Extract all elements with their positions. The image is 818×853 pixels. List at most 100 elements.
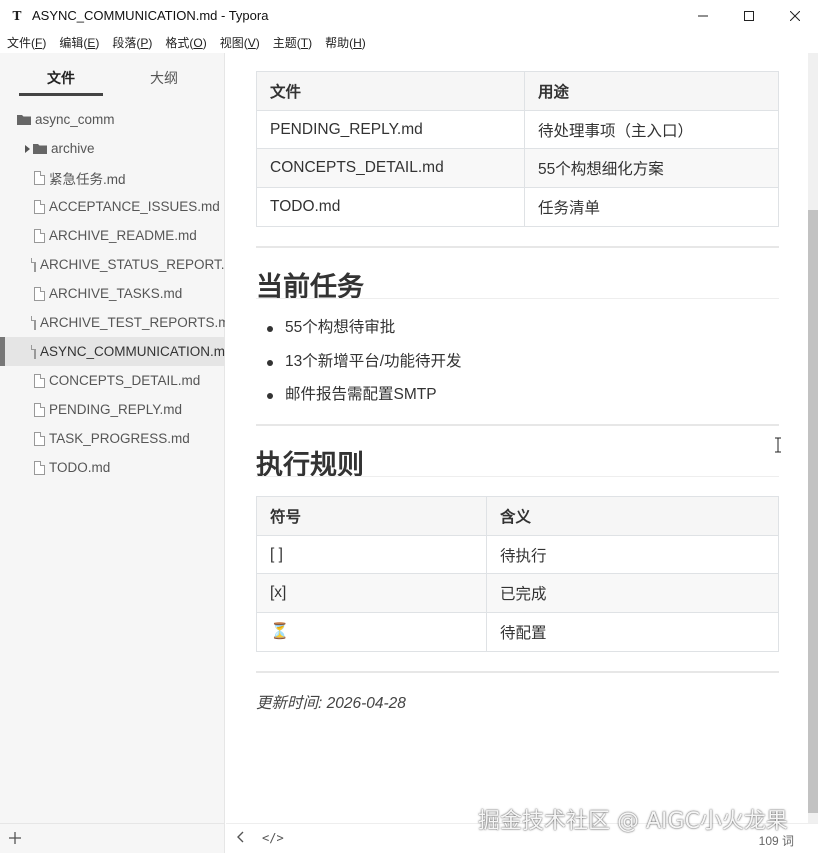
menu-label: 格式( — [165, 35, 194, 50]
menu-label: 主题( — [272, 35, 301, 50]
table-cell: 任务清单 — [524, 187, 779, 227]
tree-file-active[interactable]: ASYNC_COMMUNICATION.md — [0, 337, 225, 366]
source-mode-toggle[interactable]: </> — [262, 831, 284, 845]
file-icon — [34, 402, 45, 417]
window-controls — [680, 0, 818, 31]
tree-file[interactable]: ACCEPTANCE_ISSUES.md — [0, 192, 225, 221]
file-icon — [34, 199, 45, 214]
table-header-row: 符号 含义 — [256, 496, 779, 536]
table-header-row: 文件 用途 — [256, 71, 779, 111]
hourglass-icon: ⏳ — [270, 623, 290, 641]
menu-bar: 文件(F) 编辑(E) 段落(P) 格式(O) 视图(V) 主题(T) 帮助(H… — [0, 31, 818, 53]
chevron-left-icon — [237, 831, 244, 843]
tree-file[interactable]: TASK_PROGRESS.md — [0, 424, 225, 453]
menu-help[interactable]: 帮助(H) — [325, 34, 366, 51]
menu-paragraph[interactable]: 段落(P) — [112, 34, 152, 51]
tree-file[interactable]: ARCHIVE_STATUS_REPORT.md — [0, 250, 225, 279]
tree-label: archive — [51, 141, 95, 156]
table-row: TODO.md 任务清单 — [256, 187, 779, 227]
menu-label: 段落( — [112, 35, 141, 50]
minimize-button[interactable] — [680, 0, 726, 31]
list-item: 13个新增平台/功能待开发 — [256, 352, 462, 386]
table-cell: 55个构想细化方案 — [524, 148, 779, 189]
menu-edit[interactable]: 编辑(E) — [59, 34, 99, 51]
tree-folder-archive[interactable]: archive — [0, 134, 225, 163]
menu-label-end: ) — [361, 35, 366, 50]
close-button[interactable] — [772, 0, 818, 31]
maximize-icon — [744, 10, 754, 21]
list-item: 55个构想待审批 — [256, 318, 462, 352]
menu-label: 视图( — [219, 35, 248, 50]
table-header: 含义 — [486, 496, 779, 536]
table-cell: [ ] — [256, 534, 487, 575]
table-cell: 已完成 — [486, 573, 779, 614]
maximize-button[interactable] — [726, 0, 772, 31]
typora-app-icon: T — [12, 8, 22, 23]
menu-theme[interactable]: 主题(T) — [273, 34, 312, 51]
menu-label-end: ) — [95, 35, 100, 50]
tree-label: ARCHIVE_TASKS.md — [49, 286, 183, 301]
menu-label-end: ) — [42, 35, 47, 50]
file-icon — [31, 257, 36, 272]
table-row: PENDING_REPLY.md 待处理事项（主入口） — [256, 109, 779, 150]
table-cell: 待执行 — [486, 534, 779, 575]
expand-caret-icon[interactable] — [25, 144, 30, 153]
menu-accelerator: V — [247, 35, 256, 50]
tree-folder-root[interactable]: async_comm — [0, 105, 225, 134]
file-icon — [34, 431, 45, 446]
menu-accelerator: O — [193, 35, 203, 50]
file-icon — [34, 460, 45, 475]
scrollbar-thumb[interactable] — [808, 210, 818, 813]
tree-label: ACCEPTANCE_ISSUES.md — [49, 199, 220, 214]
file-icon — [34, 228, 45, 243]
file-icon — [31, 344, 36, 359]
horizontal-rule — [256, 424, 779, 426]
task-list: 55个构想待审批 13个新增平台/功能待开发 邮件报告需配置SMTP — [256, 318, 462, 419]
tree-file[interactable]: PENDING_REPLY.md — [0, 395, 225, 424]
tab-outline[interactable]: 大纲 — [150, 68, 178, 88]
table-cell: PENDING_REPLY.md — [256, 109, 525, 150]
tree-file[interactable]: 紧急任务.md — [0, 163, 225, 192]
menu-file[interactable]: 文件(F) — [7, 34, 46, 51]
tree-label: CONCEPTS_DETAIL.md — [49, 373, 201, 388]
horizontal-rule — [256, 246, 779, 248]
table-cell: ⏳ — [256, 612, 487, 652]
tab-files[interactable]: 文件 — [47, 68, 75, 88]
tree-label: ARCHIVE_TEST_REPORTS.md — [40, 315, 225, 330]
menu-label-end: ) — [202, 35, 207, 50]
file-icon — [34, 170, 45, 185]
menu-label: 帮助( — [325, 35, 354, 50]
heading-underline — [256, 476, 779, 477]
plus-icon — [9, 832, 21, 844]
tree-file[interactable]: ARCHIVE_TASKS.md — [0, 279, 225, 308]
table-header: 文件 — [256, 71, 525, 111]
text-cursor-icon — [775, 437, 781, 453]
tree-label: TASK_PROGRESS.md — [49, 431, 190, 446]
table-cell: CONCEPTS_DETAIL.md — [256, 148, 525, 189]
table-cell: 待配置 — [486, 612, 779, 652]
sidebar-tabs: 文件 大纲 — [0, 53, 225, 99]
tree-file[interactable]: ARCHIVE_TEST_REPORTS.md — [0, 308, 225, 337]
sidebar-footer — [0, 823, 225, 853]
minimize-icon — [698, 15, 708, 16]
menu-label-end: ) — [308, 35, 313, 50]
add-file-button[interactable] — [9, 828, 21, 849]
title-bar: T ASYNC_COMMUNICATION.md - Typora — [0, 0, 818, 31]
menu-view[interactable]: 视图(V) — [220, 34, 260, 51]
table-cell: [x] — [256, 573, 487, 614]
menu-label: 文件( — [7, 35, 35, 50]
tree-file[interactable]: TODO.md — [0, 453, 225, 482]
tree-label: async_comm — [35, 112, 115, 127]
editor-pane[interactable]: 文件 用途 PENDING_REPLY.md 待处理事项（主入口） CONCEP… — [226, 53, 809, 823]
table-cell: TODO.md — [256, 187, 525, 227]
table-row: [ ] 待执行 — [256, 534, 779, 575]
back-button[interactable] — [236, 830, 244, 847]
tree-label: PENDING_REPLY.md — [49, 402, 183, 417]
heading-underline — [256, 298, 779, 299]
table-header: 符号 — [256, 496, 487, 536]
table-row: ⏳ 待配置 — [256, 612, 779, 652]
tree-file[interactable]: ARCHIVE_README.md — [0, 221, 225, 250]
tree-file[interactable]: CONCEPTS_DETAIL.md — [0, 366, 225, 395]
menu-format[interactable]: 格式(O) — [165, 34, 206, 51]
updated-timestamp: 更新时间: 2026-04-28 — [256, 695, 406, 712]
